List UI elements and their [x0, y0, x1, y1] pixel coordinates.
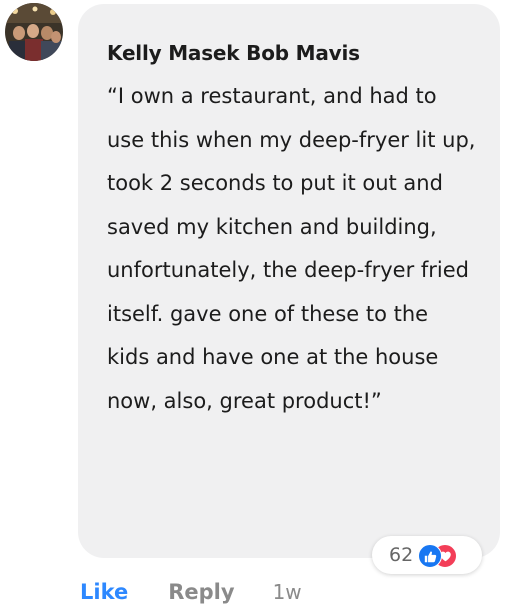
reactions-summary[interactable]: 62: [372, 536, 482, 574]
comment-author[interactable]: Kelly Masek Bob Mavis: [107, 39, 478, 67]
comment-actions: Like Reply 1w: [80, 580, 302, 604]
reaction-icons: [418, 544, 458, 568]
comment: Kelly Masek Bob Mavis “I own a restauran…: [0, 0, 508, 615]
like-button[interactable]: Like: [80, 580, 128, 604]
reply-button[interactable]: Reply: [168, 580, 234, 604]
comment-timestamp[interactable]: 1w: [273, 580, 302, 604]
reaction-count: 62: [389, 544, 414, 566]
like-icon: [418, 544, 443, 568]
comment-bubble: Kelly Masek Bob Mavis “I own a restauran…: [78, 4, 500, 558]
avatar[interactable]: [5, 3, 63, 61]
avatar-photo: [5, 3, 63, 61]
comment-text: “I own a restaurant, and had to use this…: [107, 84, 476, 413]
